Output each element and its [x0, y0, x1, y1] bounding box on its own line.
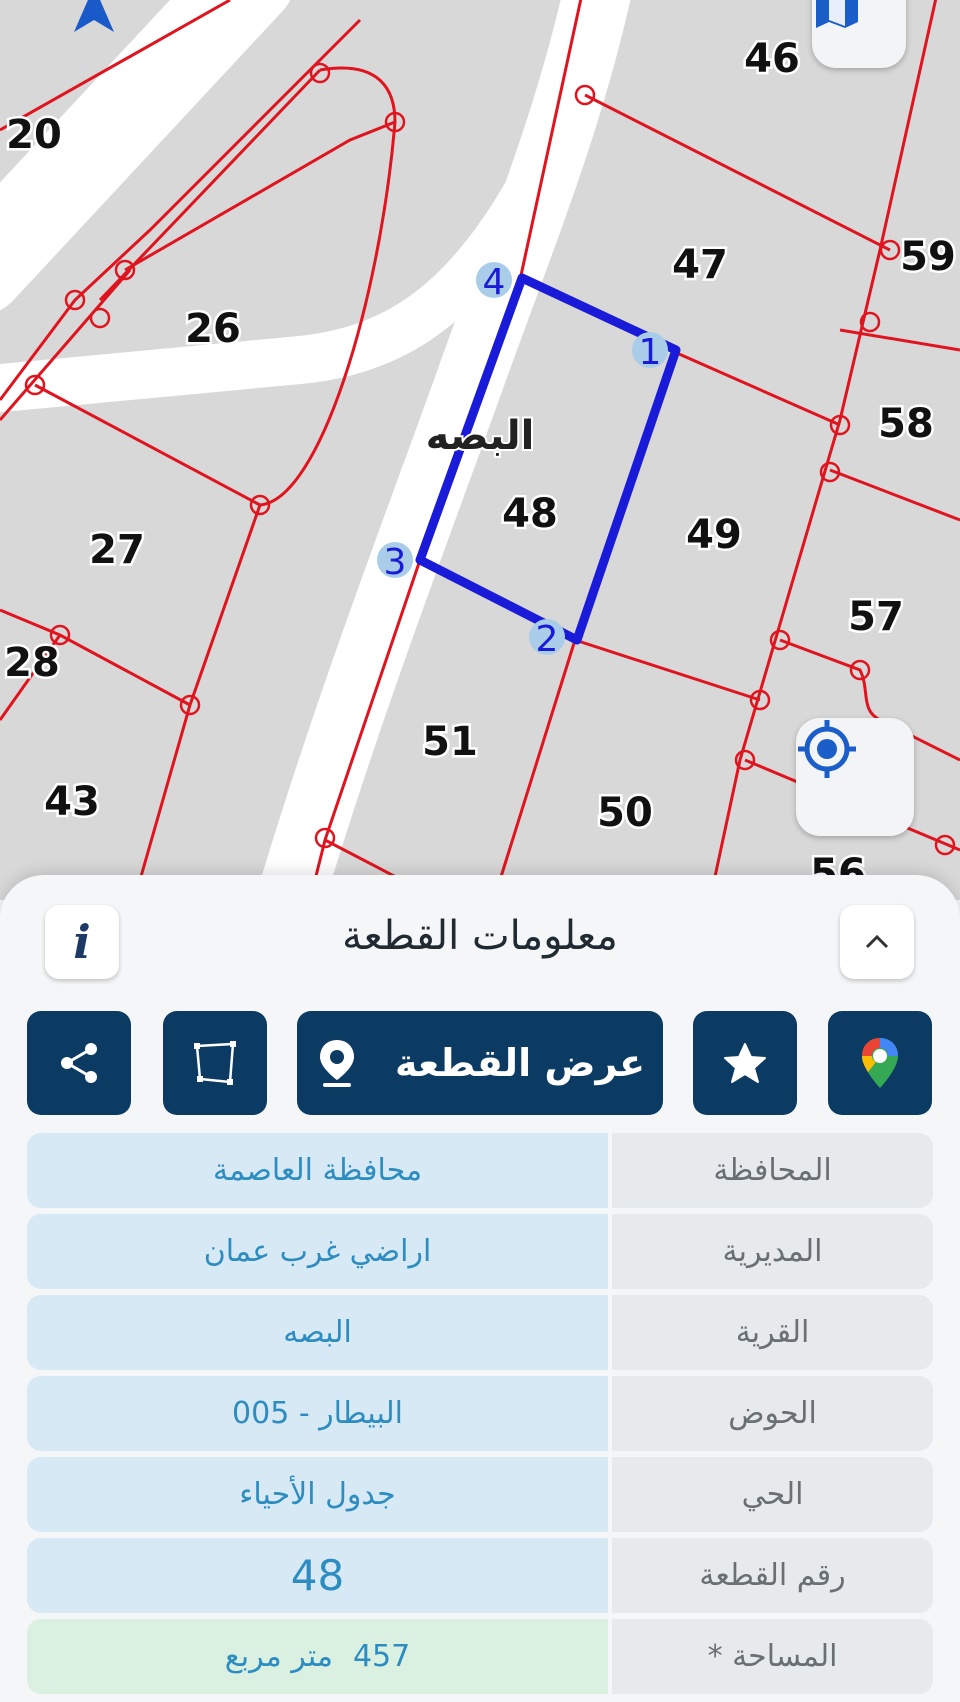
info-row-plot-number: 48 رقم القطعة	[27, 1538, 933, 1613]
sheet-header: i معلومات القطعة	[0, 875, 960, 995]
plot-number: 26	[185, 306, 241, 352]
plot-number: 57	[848, 594, 904, 640]
sheet-title: معلومات القطعة	[342, 913, 618, 959]
view-plot-button[interactable]: عرض القطعة	[297, 1011, 663, 1115]
info-value: البيطار - 005	[27, 1376, 608, 1451]
info-row-neighborhood: جدول الأحياء الحي	[27, 1457, 933, 1532]
plot-info-sheet: i معلومات القطعة عرض القطعة محافظة العاص…	[0, 875, 960, 1702]
village-map-label: البصه	[426, 413, 535, 459]
folded-map-icon	[816, 0, 858, 28]
area-value: 457	[352, 1639, 411, 1674]
plot-number: 20	[6, 112, 62, 158]
info-row-basin: البيطار - 005 الحوض	[27, 1376, 933, 1451]
plot-number: 51	[422, 719, 478, 765]
info-value: اراضي غرب عمان	[27, 1214, 608, 1289]
plot-number: 47	[672, 242, 728, 288]
polygon-shape-icon	[194, 1041, 236, 1085]
parcel-shape-button[interactable]	[163, 1011, 267, 1115]
plot-number: 49	[686, 512, 742, 558]
plot-number: 46	[744, 36, 800, 82]
info-key: القرية	[612, 1295, 933, 1370]
vertex-label: 4	[483, 262, 506, 303]
info-key: المساحة *	[612, 1619, 933, 1694]
cadastral-map[interactable]: 1 2 3 4 46 20 47 59 26 58 48 49 27 57 28…	[0, 0, 960, 900]
plot-number: 43	[44, 779, 100, 825]
share-button[interactable]	[27, 1011, 131, 1115]
map-layers-button[interactable]	[812, 0, 906, 68]
chevron-up-icon	[865, 934, 889, 949]
google-maps-pin-icon	[862, 1038, 898, 1088]
vertex-label: 3	[384, 542, 407, 583]
info-value-area: 457 متر مربع	[27, 1619, 608, 1694]
vertex-label: 2	[536, 619, 559, 660]
plot-number: 59	[900, 234, 956, 280]
share-icon	[61, 1043, 97, 1083]
info-value: محافظة العاصمة	[27, 1133, 608, 1208]
plot-number: 28	[4, 640, 60, 686]
info-row-governorate: محافظة العاصمة المحافظة	[27, 1133, 933, 1208]
crosshair-location-icon	[798, 720, 856, 778]
info-value: 48	[27, 1538, 608, 1613]
info-key: المحافظة	[612, 1133, 933, 1208]
north-arrow-icon	[74, 0, 114, 32]
view-plot-label: عرض القطعة	[394, 1041, 646, 1085]
plot-number: 50	[597, 790, 653, 836]
vertex-label: 1	[639, 332, 662, 373]
location-pin-icon	[319, 1040, 354, 1087]
action-bar: عرض القطعة	[0, 1011, 960, 1115]
info-key: الحوض	[612, 1376, 933, 1451]
info-value: البصه	[27, 1295, 608, 1370]
plot-info-table: محافظة العاصمة المحافظة اراضي غرب عمان ا…	[27, 1133, 933, 1700]
info-row-directorate: اراضي غرب عمان المديرية	[27, 1214, 933, 1289]
plot-number: 58	[878, 401, 934, 447]
collapse-sheet-button[interactable]	[840, 905, 914, 979]
google-maps-button[interactable]	[828, 1011, 932, 1115]
plot-number: 27	[89, 527, 145, 573]
info-value: جدول الأحياء	[27, 1457, 608, 1532]
plot-number: 48	[502, 491, 558, 537]
north-arrow-button[interactable]	[66, 0, 156, 60]
area-unit: متر مربع	[224, 1639, 333, 1674]
favorite-button[interactable]	[693, 1011, 797, 1115]
info-row-village: البصه القرية	[27, 1295, 933, 1370]
info-row-area: 457 متر مربع المساحة *	[27, 1619, 933, 1694]
info-key: الحي	[612, 1457, 933, 1532]
info-key: المديرية	[612, 1214, 933, 1289]
info-key: رقم القطعة	[612, 1538, 933, 1613]
star-icon	[724, 1043, 766, 1083]
my-location-button[interactable]	[796, 718, 914, 836]
